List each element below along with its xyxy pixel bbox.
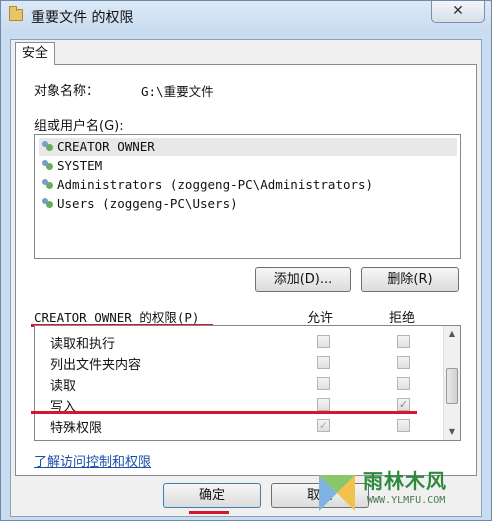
deny-checkbox[interactable] xyxy=(397,335,410,348)
scroll-up-icon[interactable]: ▲ xyxy=(444,326,460,342)
title-bar[interactable]: 重要文件 的权限 ✕ xyxy=(1,1,491,31)
deny-checkbox[interactable] xyxy=(397,356,410,369)
deny-checkbox[interactable]: ✓ xyxy=(397,398,410,411)
add-button[interactable]: 添加(D)... xyxy=(255,267,351,292)
permission-name: 列出文件夹内容 xyxy=(50,358,142,373)
close-button[interactable]: ✕ xyxy=(431,1,485,23)
watermark-brand: 雨林木风 xyxy=(363,469,447,493)
permissions-list[interactable]: 读取和执行 列出文件夹内容 读取 写入 ✓ 特殊权限 ✓ ▲ ▼ xyxy=(34,325,461,441)
watermark: 雨林木风 WWW.YLMFU.COM xyxy=(313,463,489,517)
ok-button[interactable]: 确定 xyxy=(163,483,261,508)
tab-security[interactable]: 安全 xyxy=(15,42,55,65)
list-item[interactable]: Users (zoggeng-PC\Users) xyxy=(39,195,457,213)
user-group-icon xyxy=(41,197,55,211)
list-item-label: CREATOR OWNER xyxy=(57,139,155,154)
user-group-icon xyxy=(41,159,55,173)
object-name-label: 对象名称： xyxy=(34,84,100,99)
list-item-label: SYSTEM xyxy=(57,158,103,173)
folder-icon xyxy=(9,6,23,21)
permission-row: 特殊权限 ✓ xyxy=(35,415,443,436)
list-item[interactable]: CREATOR OWNER xyxy=(39,138,457,156)
permission-name: 读取和执行 xyxy=(50,337,116,352)
allow-checkbox[interactable] xyxy=(317,356,330,369)
list-item-label: Users (zoggeng-PC\Users) xyxy=(57,196,238,211)
user-group-icon xyxy=(41,140,55,154)
highlight-underline xyxy=(31,411,417,414)
list-item[interactable]: SYSTEM xyxy=(39,157,457,175)
list-item[interactable]: Administrators (zoggeng-PC\Administrator… xyxy=(39,176,457,194)
permission-row: 列出文件夹内容 xyxy=(35,352,443,373)
permissions-scrollbar[interactable]: ▲ ▼ xyxy=(443,326,460,440)
allow-header: 允许 xyxy=(307,311,334,326)
deny-checkbox[interactable] xyxy=(397,419,410,432)
groups-label: 组或用户名(G): xyxy=(34,119,124,134)
permissions-dialog: 重要文件 的权限 ✕ 安全 对象名称： G:\重要文件 组或用户名(G): CR… xyxy=(0,0,492,521)
groups-list[interactable]: CREATOR OWNER SYSTEM Administrators (zog… xyxy=(34,134,461,259)
object-name-value: G:\重要文件 xyxy=(141,84,214,99)
allow-checkbox[interactable]: ✓ xyxy=(317,419,330,432)
permission-name: 读取 xyxy=(50,379,77,394)
watermark-logo xyxy=(319,475,355,511)
allow-checkbox[interactable] xyxy=(317,398,330,411)
user-group-icon xyxy=(41,178,55,192)
remove-button[interactable]: 删除(R) xyxy=(361,267,459,292)
check-icon: ✓ xyxy=(398,398,409,411)
window-title: 重要文件 的权限 xyxy=(31,10,134,26)
scroll-down-icon[interactable]: ▼ xyxy=(444,424,460,440)
permission-row: 读取和执行 xyxy=(35,331,443,352)
watermark-url: WWW.YLMFU.COM xyxy=(367,495,446,506)
deny-checkbox[interactable] xyxy=(397,377,410,390)
scroll-thumb[interactable] xyxy=(446,368,458,404)
allow-checkbox[interactable] xyxy=(317,377,330,390)
learn-access-control-link[interactable]: 了解访问控制和权限 xyxy=(34,451,151,470)
highlight-underline xyxy=(189,511,229,514)
list-item-label: Administrators (zoggeng-PC\Administrator… xyxy=(57,177,374,192)
permission-row: 读取 xyxy=(35,373,443,394)
allow-checkbox[interactable] xyxy=(317,335,330,348)
check-icon: ✓ xyxy=(318,419,329,432)
permission-name: 特殊权限 xyxy=(50,421,103,436)
deny-header: 拒绝 xyxy=(389,311,416,326)
